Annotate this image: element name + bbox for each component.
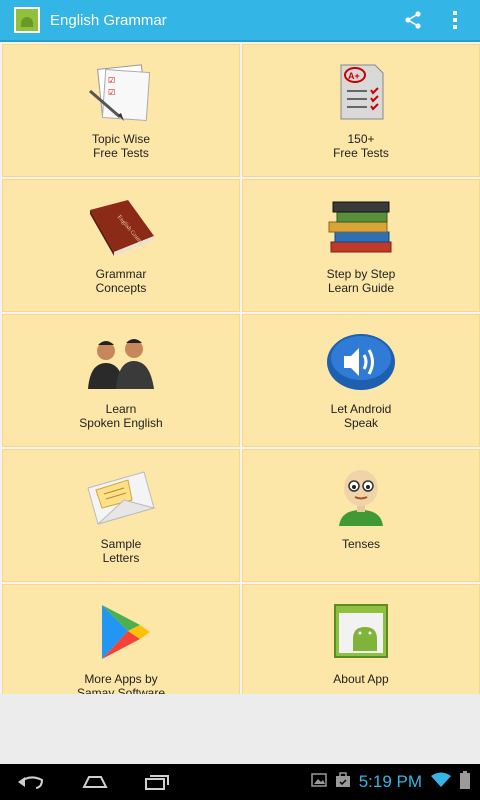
tile-label-line1: Sample [100, 537, 142, 551]
svg-text:☑: ☑ [108, 88, 115, 97]
tile-grammar-concepts[interactable]: English Grammar Grammar Concepts [2, 179, 240, 312]
cartoon-man-icon [323, 464, 399, 530]
tile-about-app[interactable]: About App [242, 584, 480, 694]
recent-apps-icon[interactable] [132, 764, 182, 800]
tile-label-line1: More Apps by [84, 672, 158, 686]
tile-label-line2: Samay Software [76, 686, 166, 694]
system-nav-bar: 5:19 PM [0, 764, 480, 800]
speaker-icon [323, 329, 399, 395]
share-icon[interactable] [396, 3, 430, 37]
tile-more-apps[interactable]: More Apps by Samay Software [2, 584, 240, 694]
home-icon[interactable] [70, 764, 120, 800]
book-stack-icon [323, 194, 399, 260]
tile-label-line2: Learn Guide [327, 281, 395, 295]
play-store-icon [83, 599, 159, 665]
tile-label-line2: Free Tests [333, 146, 389, 160]
tile-spoken-english[interactable]: Learn Spoken English [2, 314, 240, 447]
tile-label-line1: Topic Wise [91, 132, 150, 146]
tile-label-line1: Let Android [330, 402, 392, 416]
menu-grid: ☑ ☑ Topic Wise Free Tests A+ 150+ Free Tes… [0, 42, 480, 694]
android-app-icon [323, 599, 399, 665]
people-talking-icon [83, 329, 159, 395]
tile-label-line2: Spoken English [79, 416, 163, 430]
tile-label-line1: Grammar [95, 267, 147, 281]
tile-tenses[interactable]: Tenses [242, 449, 480, 582]
tile-topic-wise-tests[interactable]: ☑ ☑ Topic Wise Free Tests [2, 44, 240, 177]
tile-label-line1: Tenses [341, 537, 381, 551]
app-title: English Grammar [50, 11, 167, 29]
tile-label-line2: Letters [102, 551, 140, 565]
battery-icon [460, 770, 470, 794]
tile-step-by-step-guide[interactable]: Step by Step Learn Guide [242, 179, 480, 312]
back-icon[interactable] [6, 764, 56, 800]
app-logo-icon[interactable] [14, 7, 40, 33]
test-sheet-icon: ☑ ☑ [83, 59, 159, 125]
overflow-menu-icon[interactable] [438, 3, 472, 37]
status-clock: 5:19 PM [358, 772, 422, 791]
envelope-icon [83, 464, 159, 530]
status-area: 5:19 PM [310, 764, 470, 800]
tile-label-line2: Concepts [95, 281, 147, 295]
tile-sample-letters[interactable]: Sample Letters [2, 449, 240, 582]
tile-label-line2: Speak [343, 416, 379, 430]
grammar-book-icon: English Grammar [83, 194, 159, 260]
tile-label-line1: 150+ [347, 132, 375, 146]
svg-text:A+: A+ [348, 71, 360, 81]
tile-label-line1: Step by Step [326, 267, 396, 281]
wifi-icon [430, 772, 452, 793]
gallery-notification-icon [310, 772, 327, 793]
tile-label-line2: Free Tests [93, 146, 149, 160]
tile-label-line1: Learn [105, 402, 137, 416]
tile-label-line1: About App [333, 672, 389, 686]
graded-test-icon: A+ [323, 59, 399, 125]
svg-text:☑: ☑ [108, 76, 115, 85]
action-bar: English Grammar [0, 0, 480, 42]
tile-150-free-tests[interactable]: A+ 150+ Free Tests [242, 44, 480, 177]
briefcase-notification-icon [335, 771, 351, 793]
tile-let-android-speak[interactable]: Let Android Speak [242, 314, 480, 447]
